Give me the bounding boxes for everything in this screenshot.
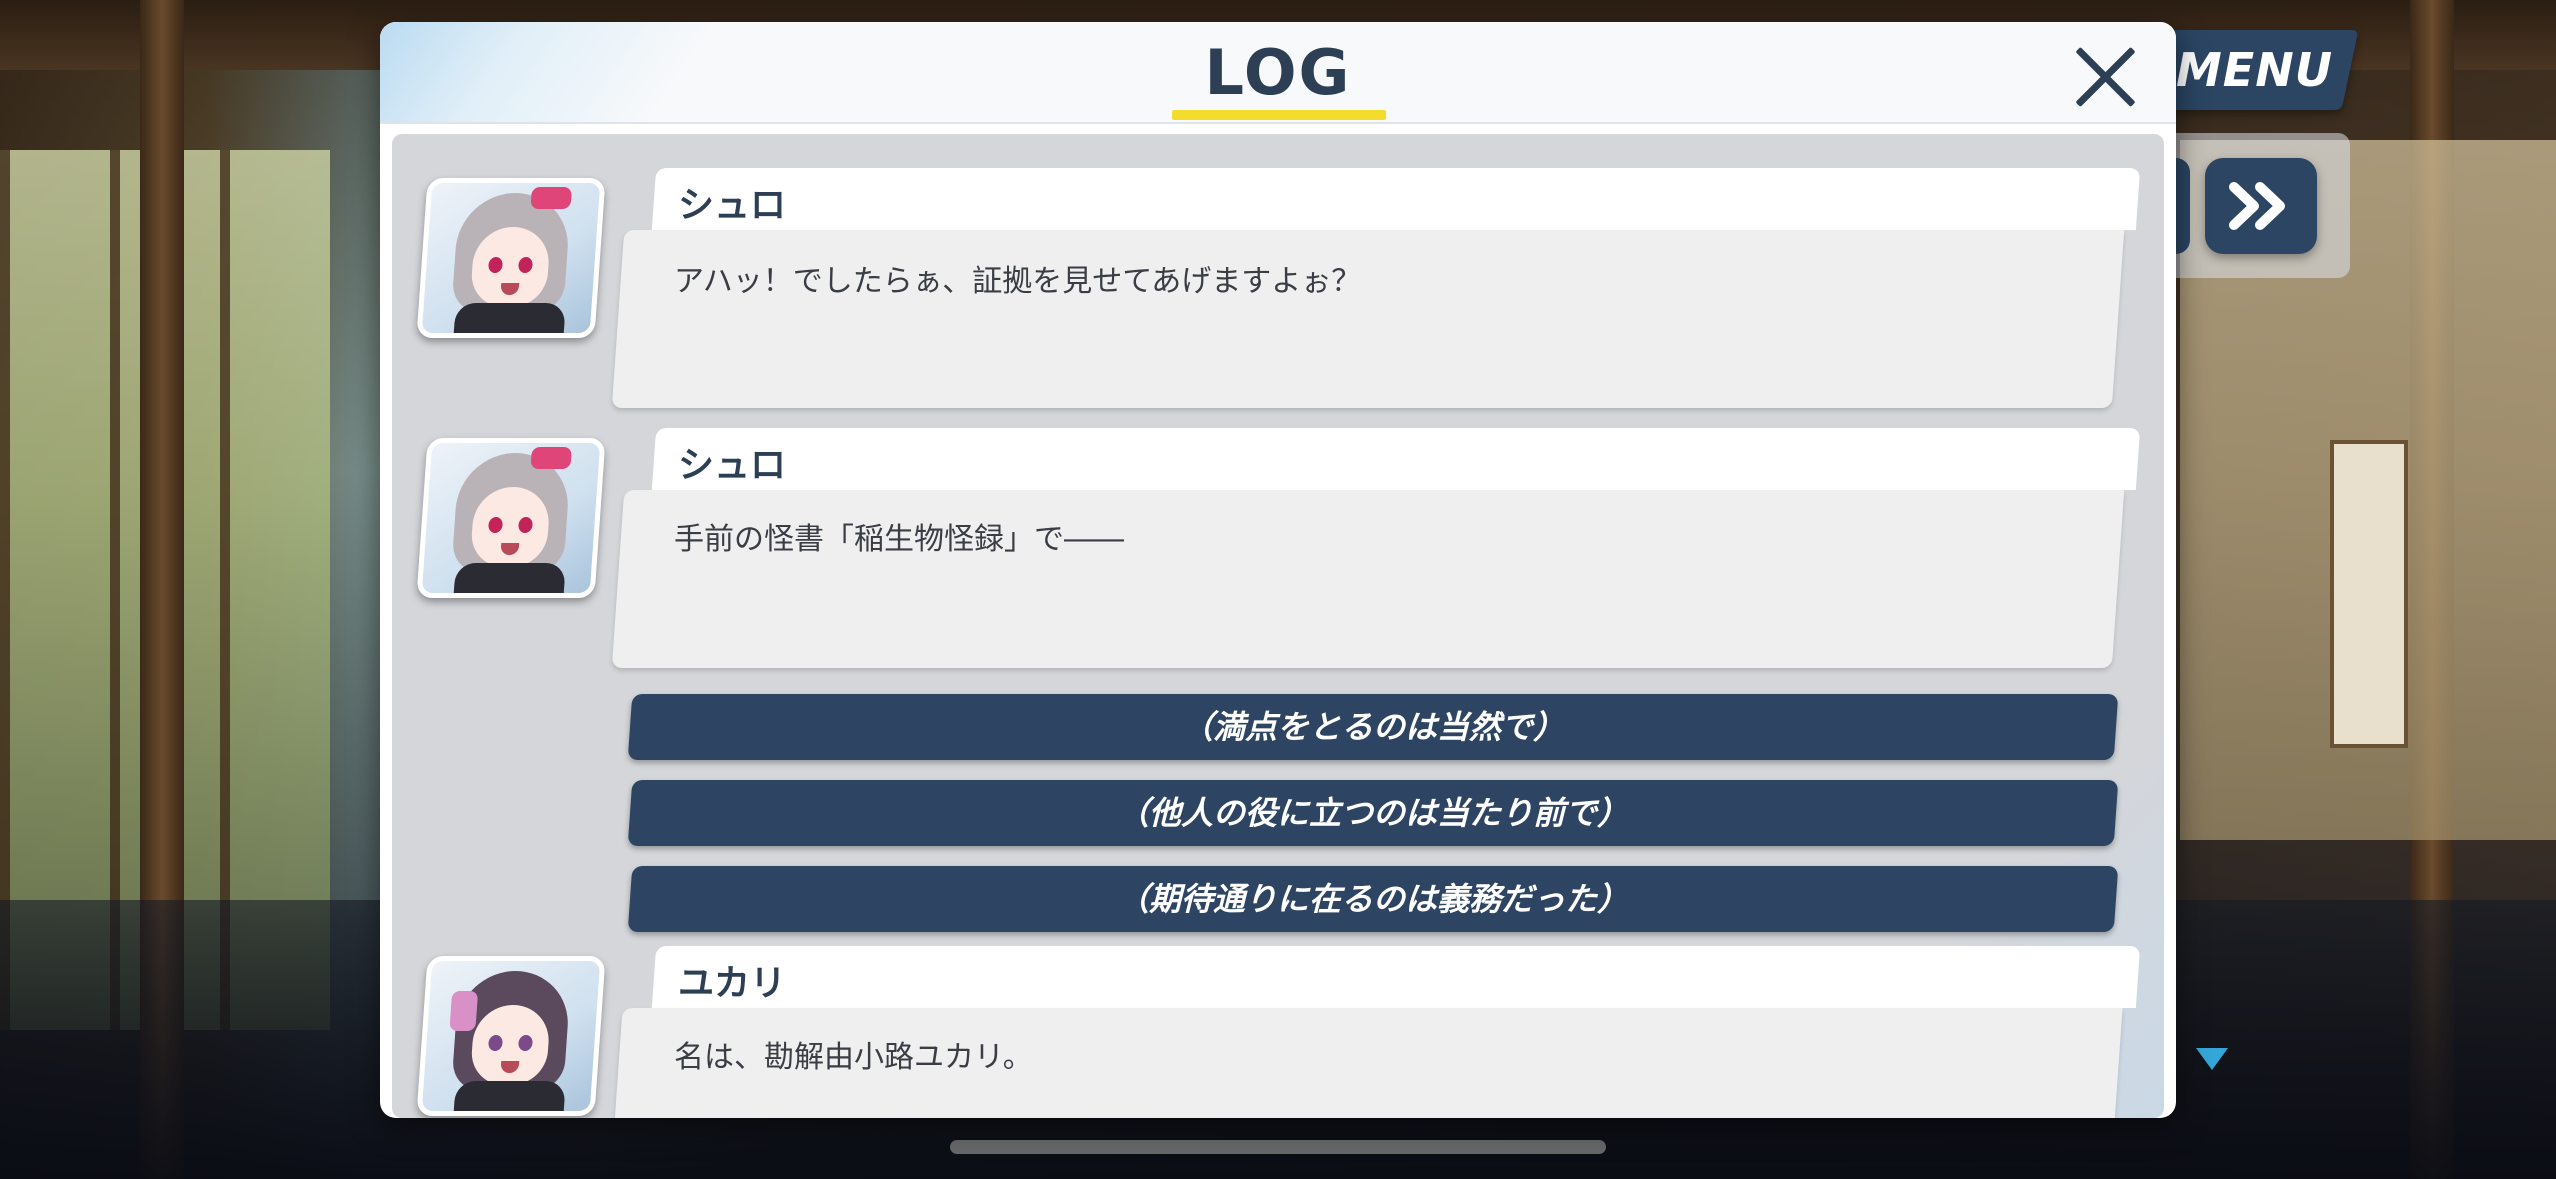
menu-label: MENU [2176, 43, 2334, 97]
fast-forward-icon [2229, 182, 2285, 230]
log-list[interactable]: シュロ アハッ！でしたらぁ、証拠を見せてあげますよぉ？ シュロ 手前の怪書「稲生… [392, 134, 2164, 1118]
log-header: LOG [380, 22, 2176, 124]
character-portrait [416, 178, 606, 338]
message-text: 手前の怪書「稲生物怪録」で―― [674, 522, 1124, 557]
hanging-scroll [2330, 440, 2408, 748]
choice-text: （他人の役に立つのは当たり前で） [1116, 794, 1629, 832]
name-plate [651, 428, 2141, 490]
triangle-down-icon [2196, 1048, 2228, 1070]
close-button[interactable] [2070, 40, 2142, 112]
speaker-name: シュロ [678, 185, 787, 226]
message-text: アハッ！でしたらぁ、証拠を見せてあげますよぉ？ [674, 264, 1362, 299]
title-underline [1172, 110, 1386, 120]
character-portrait [416, 438, 606, 598]
log-panel: LOG シュロ アハッ！でしたらぁ、証拠を見せてあげますよぉ？ シュロ 手前の怪… [380, 22, 2176, 1118]
name-plate [651, 946, 2141, 1008]
fast-forward-button[interactable] [2205, 158, 2317, 254]
speaker-name: シュロ [678, 445, 787, 486]
name-plate [651, 168, 2141, 230]
home-indicator[interactable] [950, 1140, 1606, 1154]
message-text: 名は、勘解由小路ユカリ。 [674, 1040, 1033, 1075]
character-portrait [416, 956, 606, 1116]
menu-button[interactable]: MENU [2151, 30, 2359, 110]
choice-text: （期待通りに在るのは義務だった） [1116, 880, 1629, 918]
log-title: LOG [1204, 36, 1352, 109]
choice-text: （満点をとるのは当然で） [1180, 708, 1565, 746]
speaker-name: ユカリ [678, 963, 787, 1004]
